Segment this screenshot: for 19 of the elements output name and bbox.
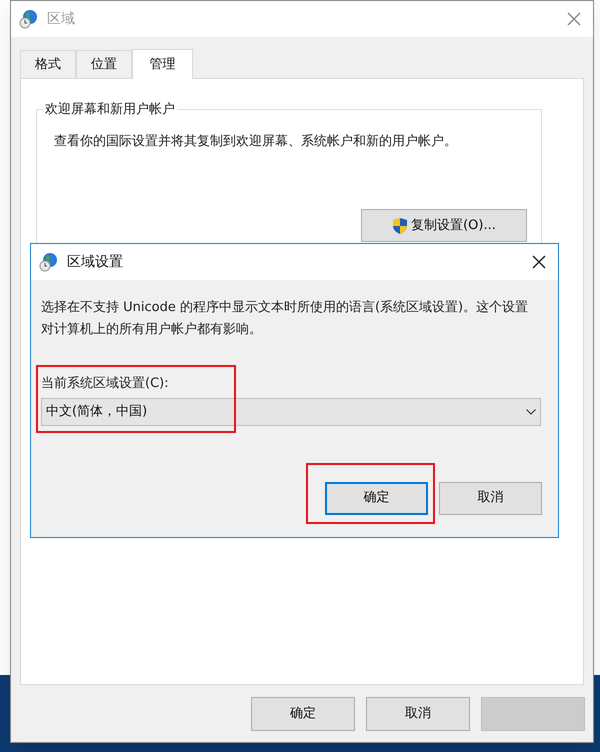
locale-dropdown[interactable]: 中文(简体，中国) — [41, 398, 541, 426]
globe-clock-icon — [39, 252, 59, 272]
chevron-down-icon — [526, 408, 536, 414]
window-title: 区域 — [47, 10, 75, 28]
dialog-button[interactable]: 取消 — [366, 697, 470, 731]
shield-icon — [392, 216, 408, 234]
tab[interactable]: 格式 — [20, 50, 76, 78]
dialog-description: 选择在不支持 Unicode 的程序中显示文本时所使用的语言(系统区域设置)。这个设置对计算机上的所有用户帐户都有影响。 — [41, 299, 530, 339]
group-text: 查看你的国际设置并将其复制到欢迎屏幕、系统帐户和新的用户帐户。 — [53, 133, 458, 151]
copy-settings-button[interactable]: 复制设置(O)... — [361, 209, 527, 242]
tab[interactable]: 管理 — [132, 49, 193, 79]
dialog-button[interactable]: 确定 — [251, 697, 355, 731]
close-icon[interactable] — [532, 255, 546, 269]
tab[interactable]: 位置 — [76, 50, 132, 78]
dialog-button[interactable]: 取消 — [439, 482, 542, 514]
dialog-title: 区域设置 — [67, 252, 123, 272]
globe-clock-icon — [19, 9, 39, 29]
dialog-button[interactable]: 确定 — [325, 482, 428, 514]
locale-label: 当前系统区域设置(C): — [41, 375, 170, 393]
